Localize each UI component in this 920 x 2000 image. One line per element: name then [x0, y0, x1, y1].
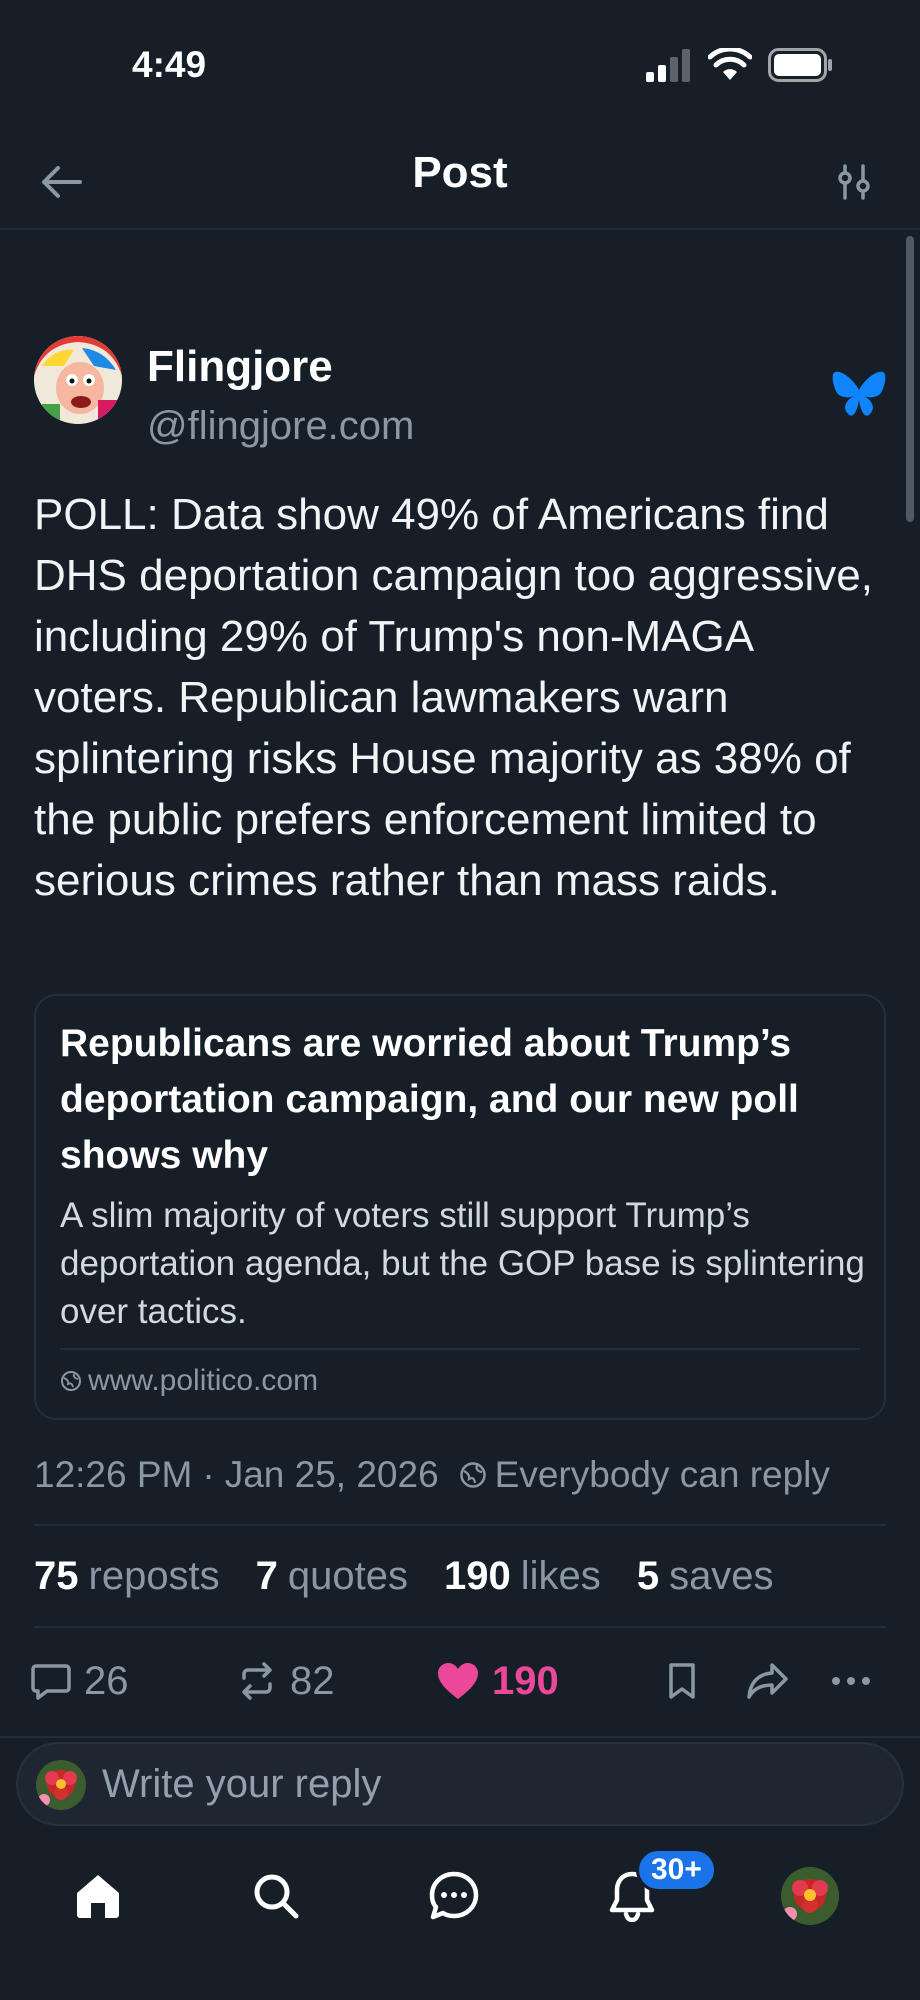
likes-stat[interactable]: 190 likes [444, 1554, 601, 1599]
tab-search[interactable] [236, 1856, 316, 1936]
reply-button[interactable]: 26 [30, 1648, 129, 1714]
status-time: 4:49 [132, 44, 207, 85]
divider [34, 1524, 886, 1526]
like-count: 190 [492, 1658, 559, 1703]
profile-avatar [781, 1867, 839, 1925]
like-button[interactable]: 190 [436, 1648, 559, 1714]
globe-icon [459, 1462, 486, 1488]
saves-count: 5 [636, 1554, 660, 1598]
bookmark-icon [669, 1663, 695, 1699]
reply-input[interactable]: Write your reply [102, 1762, 381, 1807]
likes-count: 190 [444, 1554, 511, 1598]
signal-icon [646, 49, 690, 82]
tab-chat[interactable] [414, 1856, 494, 1936]
notification-badge: 30+ [636, 1848, 717, 1892]
reply-composer[interactable]: Write your reply [16, 1742, 904, 1826]
divider [0, 1736, 920, 1738]
quotes-label: quotes [287, 1554, 409, 1598]
author-name[interactable]: Flingjore [147, 342, 333, 392]
home-icon [77, 1875, 119, 1918]
link-card-domain: www.politico.com [88, 1364, 319, 1397]
bookmark-button[interactable] [666, 1648, 698, 1714]
quotes-stat[interactable]: 7 quotes [256, 1554, 408, 1599]
top-nav: Post [0, 130, 920, 230]
link-card-description: A slim majority of voters still support … [60, 1196, 865, 1331]
chat-bubble-icon [429, 1871, 479, 1920]
share-button[interactable] [746, 1648, 790, 1714]
post-text: POLL: Data show 49% of Americans find DH… [34, 490, 873, 905]
tab-profile[interactable] [770, 1856, 850, 1936]
reply-permission[interactable]: Everybody can reply [459, 1454, 830, 1496]
repost-count: 82 [290, 1658, 335, 1703]
link-preview-card[interactable]: Republicans are worried about Trump’s de… [34, 994, 886, 1420]
author-handle[interactable]: @flingjore.com [147, 404, 414, 449]
link-card-domain-row: www.politico.com [60, 1364, 318, 1398]
ellipsis-icon [832, 1677, 870, 1685]
quotes-count: 7 [255, 1554, 278, 1598]
globe-icon [61, 1371, 81, 1391]
speech-bubble-icon [31, 1664, 71, 1700]
bottom-tab-bar: 30+ [0, 1826, 920, 2000]
reposts-label: reposts [88, 1554, 220, 1598]
divider [34, 1626, 886, 1628]
engagement-stats: 75 reposts 7 quotes 190 likes 5 saves [34, 1554, 774, 1599]
butterfly-icon [832, 370, 886, 423]
author-avatar[interactable] [34, 336, 122, 424]
post-time: 12:26 PM [34, 1454, 193, 1495]
cartoon-avatar-image [34, 336, 122, 424]
post-meta: 12:26 PM · Jan 25, 2026 Everybody can re… [34, 1454, 830, 1496]
status-icons [644, 48, 834, 82]
thread-options-button[interactable] [828, 156, 880, 208]
more-options-button[interactable] [830, 1648, 872, 1714]
tab-home[interactable] [58, 1856, 138, 1936]
separator-dot: · [202, 1454, 215, 1495]
post-date: Jan 25, 2026 [224, 1454, 439, 1495]
flower-avatar-image [36, 1760, 86, 1810]
scrollbar[interactable] [906, 236, 914, 522]
reply-count: 26 [84, 1658, 129, 1703]
page-title: Post [412, 148, 508, 197]
wifi-icon [708, 48, 752, 80]
saves-label: saves [669, 1554, 774, 1598]
reply-permission-label: Everybody can reply [494, 1454, 830, 1495]
battery-icon [768, 48, 832, 82]
post-actions: 26 82 190 [30, 1648, 888, 1714]
link-card-divider [60, 1348, 860, 1350]
share-arrow-icon [747, 1663, 788, 1699]
saves-stat: 5 saves [637, 1554, 774, 1599]
flower-avatar-image [781, 1867, 839, 1925]
post-author: Flingjore @flingjore.com [34, 336, 886, 456]
status-bar: 4:49 [0, 0, 920, 130]
likes-label: likes [520, 1554, 601, 1598]
sliders-icon [838, 164, 870, 200]
heart-filled-icon [438, 1663, 478, 1699]
reposts-stat[interactable]: 75 reposts [34, 1554, 220, 1599]
search-icon [254, 1874, 299, 1919]
user-avatar [36, 1760, 86, 1810]
repost-button[interactable]: 82 [236, 1648, 335, 1714]
repost-icon [242, 1662, 272, 1700]
reposts-count: 75 [34, 1554, 79, 1598]
link-card-title: Republicans are worried about Trump’s de… [60, 1022, 799, 1177]
